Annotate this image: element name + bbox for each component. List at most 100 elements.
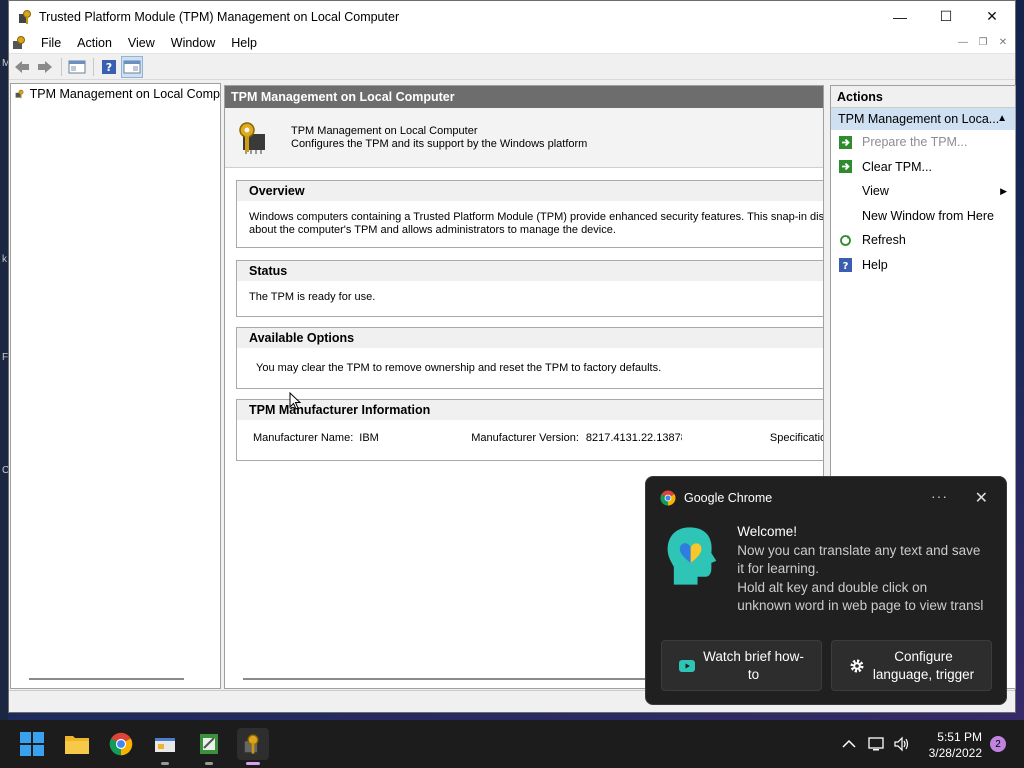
console-tree: TPM Management on Local Comp <box>10 83 221 689</box>
result-horizontal-scrollbar[interactable] <box>243 678 663 680</box>
show-hide-action-pane-icon[interactable] <box>121 55 143 78</box>
mmc-system-icon[interactable] <box>11 35 27 51</box>
manufacturer-version-label: Manufacturer Version: <box>471 432 579 444</box>
desktop-edge: M k F C <box>0 0 10 720</box>
action-clear-tpm[interactable]: Clear TPM... <box>831 155 1015 180</box>
start-button[interactable] <box>16 728 48 760</box>
tpm-chip-key-icon <box>239 121 265 154</box>
arrow-green-icon <box>838 160 852 174</box>
chevron-up-icon <box>842 739 856 748</box>
section-heading: Status <box>237 261 823 281</box>
menu-file[interactable]: File <box>33 36 69 50</box>
button-label-line: to <box>747 666 760 682</box>
minimize-button[interactable]: — <box>877 1 923 32</box>
menu-help[interactable]: Help <box>223 36 265 50</box>
volume-icon[interactable] <box>893 720 911 768</box>
show-hide-tree-icon[interactable] <box>66 56 88 78</box>
action-view[interactable]: View ▶ <box>831 179 1015 204</box>
action-label: View <box>862 184 889 199</box>
status-text: The TPM is ready for use. <box>249 291 376 303</box>
close-button[interactable]: ✕ <box>969 1 1015 32</box>
taskbar: 5:51 PM 3/28/2022 2 <box>0 720 1024 768</box>
action-prepare-tpm[interactable]: Prepare the TPM... <box>831 130 1015 155</box>
more-options-icon[interactable]: ··· <box>931 488 948 504</box>
toolbar-separator <box>61 57 62 76</box>
child-minimize-icon[interactable]: — <box>955 35 971 49</box>
child-close-icon[interactable]: ✕ <box>995 35 1011 49</box>
menu-action[interactable]: Action <box>69 36 120 50</box>
manufacturer-name-label: Manufacturer Name: <box>253 432 354 444</box>
section-heading: Available Options <box>237 328 823 348</box>
chrome-taskbar-button[interactable] <box>105 728 137 760</box>
action-refresh[interactable]: Refresh <box>831 228 1015 253</box>
action-label: Help <box>862 257 888 272</box>
actions-group-label: TPM Management on Loca... <box>838 112 1000 126</box>
manufacturer-name-value: IBM <box>359 432 379 444</box>
collapse-up-icon[interactable]: ▲ <box>997 108 1007 130</box>
overview-text-line: Windows computers containing a Trusted P… <box>249 211 824 223</box>
overview-section: Overview Windows computers containing a … <box>236 180 824 248</box>
svg-text:?: ? <box>106 61 112 74</box>
menu-window[interactable]: Window <box>163 36 223 50</box>
notification-badge[interactable]: 2 <box>990 736 1006 752</box>
button-label-line: Configure <box>894 648 953 664</box>
manufacturer-section: TPM Manufacturer Information Manufacture… <box>236 399 823 461</box>
child-restore-icon[interactable]: ❐ <box>975 35 991 49</box>
configure-language-button[interactable]: Configure language, trigger <box>831 640 992 691</box>
tpm-key-icon <box>244 734 259 754</box>
network-icon[interactable] <box>868 720 886 768</box>
chrome-notification: Google Chrome ··· ✕ Welcome! Now you can… <box>645 476 1007 705</box>
desktop-edge-letter: k <box>2 254 7 265</box>
overview-text-line: about the computer's TPM and allows admi… <box>249 224 616 236</box>
toast-app-name: Google Chrome <box>684 491 773 505</box>
clock-date: 3/28/2022 <box>928 746 982 760</box>
toast-message-line: it for learning. <box>737 561 820 577</box>
explorer-window-taskbar-button[interactable] <box>149 728 181 765</box>
actions-group-header[interactable]: TPM Management on Loca... ▲ <box>831 108 1015 130</box>
tree-horizontal-scrollbar[interactable] <box>29 678 184 680</box>
system-clock[interactable]: 5:51 PM 3/28/2022 <box>929 729 982 761</box>
clock-time: 5:51 PM <box>937 730 982 744</box>
youtube-icon <box>679 659 696 672</box>
file-explorer-taskbar-button[interactable] <box>61 728 93 760</box>
help-icon[interactable]: ? <box>98 56 120 78</box>
mouse-cursor-icon <box>289 392 301 410</box>
tpm-key-icon <box>19 9 31 24</box>
tree-item-tpm-management[interactable]: TPM Management on Local Comp <box>11 84 220 104</box>
tpm-taskbar-button[interactable] <box>237 728 269 765</box>
actions-heading: Actions <box>831 86 1015 108</box>
banner-subtitle: Configures the TPM and its support by th… <box>291 137 588 150</box>
action-label: Prepare the TPM... <box>862 135 968 150</box>
translator-head-icon <box>667 527 717 585</box>
svg-text:?: ? <box>842 261 848 272</box>
button-label-line: Watch brief how- <box>703 648 804 664</box>
chrome-icon <box>660 490 676 506</box>
menu-view[interactable]: View <box>120 36 163 50</box>
notepad-taskbar-button[interactable] <box>193 728 225 765</box>
refresh-icon <box>838 233 852 247</box>
toast-message-line: unknown word in web page to view transl <box>737 598 984 614</box>
submenu-arrow-icon: ▶ <box>1000 185 1007 196</box>
forward-icon[interactable] <box>34 56 56 78</box>
banner-title: TPM Management on Local Computer <box>291 124 478 137</box>
show-hidden-icons[interactable] <box>842 720 856 768</box>
back-icon[interactable] <box>11 56 33 78</box>
options-text: You may clear the TPM to remove ownershi… <box>256 362 662 374</box>
toast-close-icon[interactable]: ✕ <box>975 488 988 508</box>
title-bar[interactable]: Trusted Platform Module (TPM) Management… <box>9 1 1015 32</box>
available-options-section: Available Options You may clear the TPM … <box>236 327 823 389</box>
action-help[interactable]: ? Help <box>831 253 1015 278</box>
editor-icon <box>200 734 218 754</box>
toolbar: ? <box>9 54 1015 80</box>
help-icon: ? <box>838 257 852 272</box>
windows-logo-icon <box>20 732 44 756</box>
tpm-key-icon <box>15 89 24 99</box>
action-new-window[interactable]: New Window from Here <box>831 204 1015 229</box>
snapin-banner: TPM Management on Local Computer Configu… <box>225 108 823 168</box>
action-label: Refresh <box>862 233 906 248</box>
specification-label: Specification <box>769 432 823 444</box>
maximize-button[interactable]: ☐ <box>923 1 969 32</box>
folder-icon <box>65 736 89 754</box>
watch-howto-button[interactable]: Watch brief how-to <box>661 640 822 691</box>
button-label-line: language, trigger <box>872 666 975 682</box>
